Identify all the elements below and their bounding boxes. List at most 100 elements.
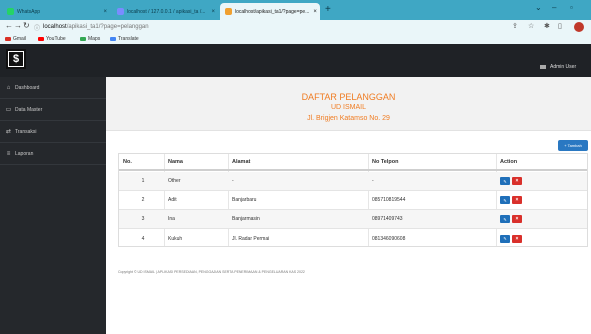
- youtube-icon: [38, 37, 44, 41]
- row-no: 4: [141, 235, 145, 242]
- add-customer-button[interactable]: + Tambah: [558, 140, 588, 151]
- table-row: 2 Adit Banjarbaru 085710819544 ✎ ×: [119, 191, 587, 210]
- tab-label: WhatsApp: [17, 8, 41, 15]
- row-nama: Ina: [168, 216, 175, 222]
- bookmark-maps[interactable]: Maps: [80, 36, 100, 42]
- row-actions: ✎ ×: [500, 172, 522, 190]
- row-alamat: Jl. Radar Permai: [232, 235, 270, 242]
- row-telpon: 081346090608: [372, 235, 406, 242]
- delete-button[interactable]: ×: [512, 215, 522, 223]
- company-name: UD ISMAIL: [330, 104, 366, 111]
- new-tab-button[interactable]: +: [325, 4, 331, 15]
- bookmark-youtube[interactable]: YouTube: [38, 36, 66, 42]
- address-bar[interactable]: ⓘ localhost /apikasi_ta1/?page=pelanggan: [34, 22, 504, 32]
- row-no: 1: [141, 178, 145, 184]
- browser-tab-active[interactable]: localhost/apikasi_ta1/?page=pe... ×: [220, 3, 320, 20]
- page-icon: [225, 8, 232, 15]
- close-tab-icon[interactable]: ×: [309, 9, 317, 15]
- maximize-icon[interactable]: ▫: [570, 3, 573, 12]
- column-header-action: Action: [500, 158, 518, 165]
- phpmyadmin-icon: [117, 8, 124, 15]
- row-actions: ✎ ×: [500, 210, 522, 228]
- app-logo[interactable]: $: [6, 49, 26, 69]
- sidepanel-icon[interactable]: ▯: [558, 22, 562, 30]
- edit-button[interactable]: ✎: [500, 177, 510, 185]
- row-nama: Other: [168, 178, 181, 184]
- browser-tab-strip: WhatsApp × localhost / 127.0.0.1 / apika…: [0, 0, 591, 20]
- page-header: DAFTAR PELANGGAN UD ISMAIL Jl. Brigjen K…: [106, 77, 591, 131]
- sidebar-item-transaksi[interactable]: ⇄ Transaksi: [0, 121, 106, 143]
- row-telpon: -: [372, 178, 374, 184]
- browser-toolbar: ← → ↻ ⓘ localhost /apikasi_ta1/?page=pel…: [0, 20, 591, 34]
- page-title: DAFTAR PELANGGAN: [301, 92, 396, 102]
- whatsapp-icon: [7, 8, 14, 15]
- extensions-icon[interactable]: ✱: [544, 22, 550, 30]
- table-row: 1 Other - - ✎ ×: [119, 172, 587, 191]
- table-header: No. Nama Alamat No Telpon Action: [119, 154, 587, 171]
- row-actions: ✎ ×: [500, 229, 522, 248]
- maps-icon: [80, 37, 86, 41]
- reload-icon[interactable]: ↻: [23, 21, 30, 30]
- bookmark-translate[interactable]: Translate: [110, 36, 139, 42]
- row-alamat: Banjarbaru: [232, 197, 257, 203]
- row-no: 3: [141, 216, 145, 222]
- table-row: 4 Kukuh Jl. Radar Permai 081346090608 ✎ …: [119, 229, 587, 248]
- edit-button[interactable]: ✎: [500, 215, 510, 223]
- forward-icon[interactable]: →: [14, 21, 22, 30]
- column-header-telpon: No Telpon: [372, 158, 399, 165]
- app-topbar: $ Admin User: [0, 44, 591, 77]
- bookmark-label: Maps: [88, 36, 101, 42]
- delete-button[interactable]: ×: [512, 234, 522, 243]
- sidebar-item-label: Dashboard: [15, 84, 40, 91]
- star-icon[interactable]: ☆: [528, 22, 534, 30]
- user-menu[interactable]: Admin User: [540, 64, 576, 70]
- home-icon: ⌂: [6, 84, 11, 91]
- edit-button[interactable]: ✎: [500, 234, 510, 243]
- browser-tab-whatsapp[interactable]: WhatsApp ×: [2, 3, 112, 20]
- row-nama: Adit: [168, 197, 177, 203]
- gmail-icon: [5, 37, 11, 41]
- dollar-icon: $: [9, 52, 23, 66]
- sidebar-item-label: Laporan: [15, 150, 34, 157]
- url-path: /apikasi_ta1/?page=pelanggan: [66, 24, 149, 30]
- page-footer: Copyright © UD ISMAIL | APLIKASI PERSEDI…: [118, 270, 305, 274]
- column-header-nama: Nama: [168, 158, 183, 165]
- company-address: Jl. Brigjen Katamso No. 29: [307, 115, 390, 122]
- sidebar-item-dashboard[interactable]: ⌂ Dashboard: [0, 77, 106, 99]
- close-tab-icon[interactable]: ×: [207, 9, 215, 15]
- sidebar-item-label: Transaksi: [15, 128, 37, 135]
- chevron-down-icon[interactable]: ⌄: [535, 3, 542, 12]
- list-icon: ≡: [6, 150, 11, 157]
- info-icon: ⓘ: [34, 25, 41, 32]
- url-host: localhost: [43, 24, 67, 30]
- row-telpon: 08971409743: [372, 216, 403, 222]
- row-actions: ✎ ×: [500, 191, 522, 209]
- browser-tab-phpmyadmin[interactable]: localhost / 127.0.0.1 / apikasi_ta /... …: [112, 3, 220, 20]
- delete-button[interactable]: ×: [512, 177, 522, 185]
- user-icon: [540, 65, 546, 69]
- table-row: 3 Ina Banjarmasin 08971409743 ✎ ×: [119, 210, 587, 229]
- profile-avatar[interactable]: [574, 22, 584, 32]
- row-alamat: -: [232, 178, 234, 184]
- exchange-icon: ⇄: [5, 129, 12, 135]
- monitor-icon: ▭: [5, 107, 12, 113]
- row-alamat: Banjarmasin: [232, 216, 260, 222]
- bookmark-label: YouTube: [46, 36, 66, 42]
- customer-table: No. Nama Alamat No Telpon Action 1 Other…: [118, 153, 588, 247]
- sidebar: ⌂ Dashboard ▭ Data Master ⇄ Transaksi ≡ …: [0, 77, 106, 334]
- bookmark-label: Gmail: [13, 36, 27, 42]
- close-tab-icon[interactable]: ×: [99, 9, 107, 15]
- edit-button[interactable]: ✎: [500, 196, 510, 204]
- delete-button[interactable]: ×: [512, 196, 522, 204]
- sidebar-item-laporan[interactable]: ≡ Laporan: [0, 143, 106, 165]
- back-icon[interactable]: ←: [5, 21, 13, 30]
- row-nama: Kukuh: [168, 235, 183, 242]
- user-name: Admin User: [550, 64, 577, 70]
- bookmark-gmail[interactable]: Gmail: [5, 36, 26, 42]
- column-header-no: No.: [123, 158, 132, 165]
- share-icon[interactable]: ⇪: [512, 22, 518, 30]
- sidebar-item-label: Data Master: [15, 106, 43, 113]
- minimize-icon[interactable]: –: [552, 3, 556, 12]
- sidebar-item-data-master[interactable]: ▭ Data Master: [0, 99, 106, 121]
- tab-label: localhost / 127.0.0.1 / apikasi_ta /...: [127, 8, 206, 15]
